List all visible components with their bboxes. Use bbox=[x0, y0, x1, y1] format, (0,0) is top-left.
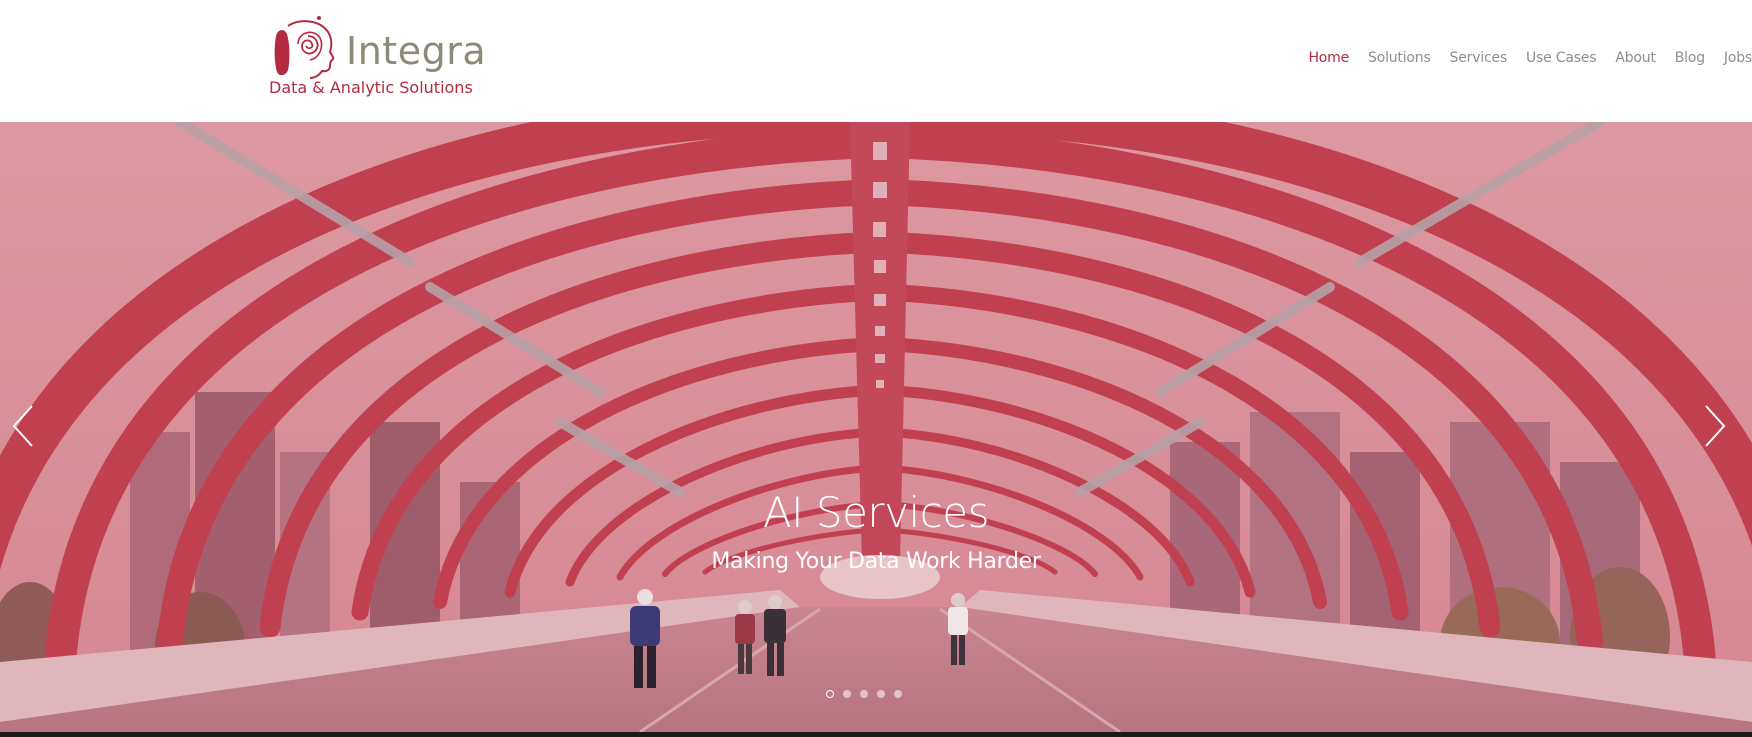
nav-item-about[interactable]: About bbox=[1615, 48, 1656, 68]
head-spiral-logo-icon bbox=[274, 16, 335, 79]
hero-subtitle: Making Your Data Work Harder bbox=[711, 549, 1041, 574]
hero-title: AI Services bbox=[762, 488, 990, 537]
nav-item-solutions[interactable]: Solutions bbox=[1368, 48, 1431, 68]
nav-item-use-cases[interactable]: Use Cases bbox=[1526, 48, 1597, 68]
previous-slide-button[interactable] bbox=[8, 403, 38, 449]
slide-dot-5[interactable] bbox=[894, 690, 902, 698]
brand-tagline: Data & Analytic Solutions bbox=[269, 78, 473, 97]
slide-pagination bbox=[826, 690, 911, 698]
nav-item-jobs[interactable]: Jobs bbox=[1724, 48, 1752, 68]
bridge-background-image bbox=[0, 122, 1752, 732]
chevron-right-icon bbox=[1705, 405, 1726, 447]
next-slide-button[interactable] bbox=[1700, 403, 1730, 449]
nav-item-services[interactable]: Services bbox=[1450, 48, 1508, 68]
site-logo[interactable]: Integra Data & Analytic Solutions bbox=[266, 12, 486, 104]
slide-dot-4[interactable] bbox=[877, 690, 885, 698]
chevron-left-icon bbox=[12, 405, 33, 447]
brand-name: Integra bbox=[346, 29, 487, 73]
hero-slideshow: AI Services Making Your Data Work Harder bbox=[0, 122, 1752, 732]
nav-item-home[interactable]: Home bbox=[1308, 48, 1349, 68]
slide-dot-2[interactable] bbox=[843, 690, 851, 698]
page-bottom-bar bbox=[0, 732, 1752, 737]
slide-dot-3[interactable] bbox=[860, 690, 868, 698]
nav-item-blog[interactable]: Blog bbox=[1675, 48, 1705, 68]
site-header: Integra Data & Analytic Solutions Home S… bbox=[0, 0, 1752, 122]
slide-dot-1[interactable] bbox=[826, 690, 834, 698]
main-nav: Home Solutions Services Use Cases About … bbox=[1289, 48, 1752, 68]
